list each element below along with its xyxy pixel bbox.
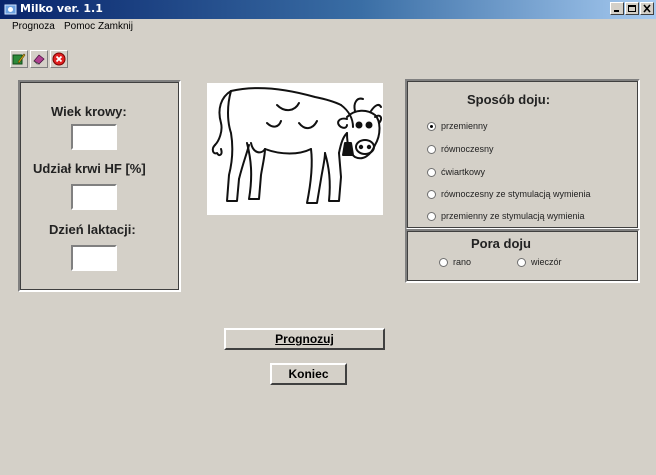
radio-label: rano	[453, 257, 472, 267]
milking-time-title: Pora doju	[471, 236, 531, 251]
hf-blood-field[interactable]	[71, 184, 117, 210]
clear-toolbar-button[interactable]	[30, 50, 48, 68]
cow-image	[207, 83, 383, 215]
method-option-rownoczesny[interactable]: równoczesny	[427, 144, 494, 154]
radio-label: przemienny ze stymulacją wymienia	[441, 211, 585, 221]
eraser-icon	[33, 54, 45, 65]
maximize-icon	[628, 5, 636, 12]
time-option-rano[interactable]: rano	[439, 257, 471, 267]
menu-prognoza[interactable]: Prognoza	[12, 21, 55, 32]
book-pencil-icon	[12, 53, 26, 65]
radio-button[interactable]	[517, 257, 526, 267]
lactation-day-field[interactable]	[71, 245, 117, 271]
radio-button[interactable]	[427, 121, 436, 131]
method-option-cwiartkowy[interactable]: ćwiartkowy	[427, 167, 485, 177]
radio-label: wieczór	[531, 257, 562, 267]
end-button[interactable]: Koniec	[270, 363, 347, 385]
cow-age-input[interactable]	[73, 126, 115, 148]
hf-blood-input[interactable]	[73, 186, 115, 208]
predict-button[interactable]: Prognozuj	[224, 328, 385, 350]
milking-method-title: Sposób doju:	[467, 92, 551, 107]
radio-label: przemienny	[441, 121, 488, 131]
lactation-day-label: Dzień laktacji:	[49, 222, 136, 237]
minimize-icon	[614, 10, 619, 12]
radio-label: ćwiartkowy	[441, 167, 486, 177]
menu-zamknij[interactable]: Zamknij	[98, 21, 133, 32]
toolbar	[10, 50, 68, 70]
hf-blood-label: Udział krwi HF [%]	[33, 161, 146, 176]
exit-toolbar-button[interactable]	[50, 50, 68, 68]
radio-button[interactable]	[427, 211, 436, 221]
window-title: Milko ver. 1.1	[20, 2, 103, 15]
radio-button[interactable]	[427, 189, 436, 199]
close-button[interactable]	[640, 2, 654, 15]
cow-age-field[interactable]	[71, 124, 117, 150]
method-option-przemienny[interactable]: przemienny	[427, 121, 488, 131]
cow-age-label: Wiek krowy:	[51, 104, 127, 119]
cow-data-panel: Wiek krowy: Udział krwi HF [%] Dzień lak…	[18, 80, 181, 292]
radio-button[interactable]	[427, 144, 436, 154]
method-option-rownoczesny-stym[interactable]: równoczesny ze stymulacją wymienia	[427, 189, 591, 199]
title-bar: Milko ver. 1.1	[0, 0, 656, 19]
radio-label: równoczesny ze stymulacją wymienia	[441, 189, 591, 199]
time-option-wieczor[interactable]: wieczór	[517, 257, 562, 267]
radio-label: równoczesny	[441, 144, 494, 154]
method-option-przemienny-stym[interactable]: przemienny ze stymulacją wymienia	[427, 211, 585, 221]
predict-toolbar-button[interactable]	[10, 50, 28, 68]
maximize-button[interactable]	[625, 2, 639, 15]
app-icon	[4, 4, 17, 15]
menu-pomoc[interactable]: Pomoc	[64, 21, 95, 32]
milking-time-panel: Pora doju rano wieczór	[405, 229, 640, 283]
milking-method-panel: Sposób doju: przemienny równoczesny ćwia…	[405, 79, 640, 230]
cow-drawing	[211, 87, 383, 204]
stop-icon	[52, 52, 66, 66]
radio-button[interactable]	[439, 257, 448, 267]
lactation-day-input[interactable]	[73, 247, 115, 269]
minimize-button[interactable]	[610, 2, 624, 15]
menu-bar: Prognoza Pomoc Zamknij	[0, 19, 656, 35]
close-icon	[643, 4, 651, 13]
radio-button[interactable]	[427, 167, 436, 177]
